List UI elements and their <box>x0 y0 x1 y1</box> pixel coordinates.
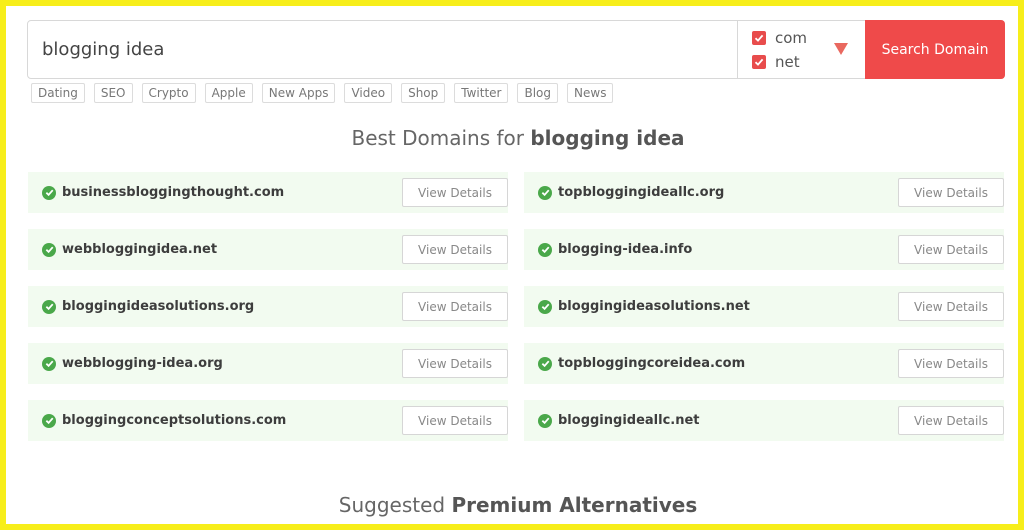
domain-name: topbloggingideallc.org <box>558 185 725 200</box>
view-details-button[interactable]: View Details <box>402 406 508 435</box>
domain-name: webblogging-idea.org <box>62 356 223 371</box>
screenshot-frame: com net Search Domain Dating SEO Crypto … <box>0 0 1024 530</box>
tag-seo[interactable]: SEO <box>93 83 133 103</box>
domain-result: webblogging-idea.org View Details <box>28 343 508 384</box>
tag-blog[interactable]: Blog <box>517 83 559 103</box>
available-check-icon <box>42 299 56 314</box>
tag-crypto[interactable]: Crypto <box>141 83 196 103</box>
available-check-icon <box>42 413 56 428</box>
checkbox-checked-icon[interactable] <box>752 31 766 45</box>
tld-option-net[interactable]: net <box>752 53 800 71</box>
view-details-button[interactable]: View Details <box>898 235 1004 264</box>
dropdown-triangle-icon[interactable] <box>834 43 848 55</box>
available-check-icon <box>538 413 552 428</box>
search-input[interactable] <box>42 21 732 78</box>
heading-prefix: Best Domains for <box>351 126 531 150</box>
tag-dating[interactable]: Dating <box>31 83 85 103</box>
tag-new-apps[interactable]: New Apps <box>261 83 336 103</box>
tag-twitter[interactable]: Twitter <box>454 83 509 103</box>
heading-emphasis: Premium Alternatives <box>451 493 698 517</box>
search-bar: com net Search Domain <box>27 20 1005 79</box>
domain-result: topbloggingideallc.org View Details <box>524 172 1004 213</box>
checkbox-checked-icon[interactable] <box>752 55 766 69</box>
view-details-button[interactable]: View Details <box>898 292 1004 321</box>
domain-result: blogging-idea.info View Details <box>524 229 1004 270</box>
available-check-icon <box>42 242 56 257</box>
domain-result: bloggingconceptsolutions.com View Detail… <box>28 400 508 441</box>
view-details-button[interactable]: View Details <box>898 349 1004 378</box>
heading-keyword: blogging idea <box>530 126 685 150</box>
domain-name: bloggingconceptsolutions.com <box>62 413 287 428</box>
view-details-button[interactable]: View Details <box>402 349 508 378</box>
available-check-icon <box>42 185 56 200</box>
domain-name: bloggingideasolutions.net <box>558 299 750 314</box>
available-check-icon <box>538 299 552 314</box>
tld-label: net <box>775 53 800 71</box>
tag-shop[interactable]: Shop <box>401 83 446 103</box>
tld-label: com <box>775 29 808 47</box>
available-check-icon <box>538 356 552 371</box>
tld-selector[interactable]: com net <box>737 21 867 78</box>
view-details-button[interactable]: View Details <box>402 235 508 264</box>
available-check-icon <box>538 185 552 200</box>
domain-result: bloggingideasolutions.org View Details <box>28 286 508 327</box>
domain-name: topbloggingcoreidea.com <box>558 356 746 371</box>
domain-name: businessbloggingthought.com <box>62 185 285 200</box>
domain-result: webbloggingidea.net View Details <box>28 229 508 270</box>
view-details-button[interactable]: View Details <box>898 178 1004 207</box>
available-check-icon <box>42 356 56 371</box>
tag-news[interactable]: News <box>567 83 614 103</box>
tag-apple[interactable]: Apple <box>204 83 253 103</box>
available-check-icon <box>538 242 552 257</box>
domain-result: topbloggingcoreidea.com View Details <box>524 343 1004 384</box>
view-details-button[interactable]: View Details <box>402 292 508 321</box>
domain-result: bloggingideallc.net View Details <box>524 400 1004 441</box>
domain-name: bloggingideasolutions.org <box>62 299 255 314</box>
domain-result: businessbloggingthought.com View Details <box>28 172 508 213</box>
domain-name: webbloggingidea.net <box>62 242 218 257</box>
best-domains-heading: Best Domains for blogging idea <box>6 126 1024 150</box>
search-domain-button[interactable]: Search Domain <box>865 20 1005 79</box>
premium-alternatives-heading: Suggested Premium Alternatives <box>6 493 1024 517</box>
domain-results-grid: businessbloggingthought.com View Details… <box>28 172 1004 441</box>
tag-video[interactable]: Video <box>344 83 393 103</box>
tag-list: Dating SEO Crypto Apple New Apps Video S… <box>31 83 614 103</box>
domain-result: bloggingideasolutions.net View Details <box>524 286 1004 327</box>
domain-name: blogging-idea.info <box>558 242 693 257</box>
tld-option-com[interactable]: com <box>752 29 807 47</box>
domain-name: bloggingideallc.net <box>558 413 700 428</box>
heading-prefix: Suggested <box>338 493 452 517</box>
view-details-button[interactable]: View Details <box>898 406 1004 435</box>
view-details-button[interactable]: View Details <box>402 178 508 207</box>
